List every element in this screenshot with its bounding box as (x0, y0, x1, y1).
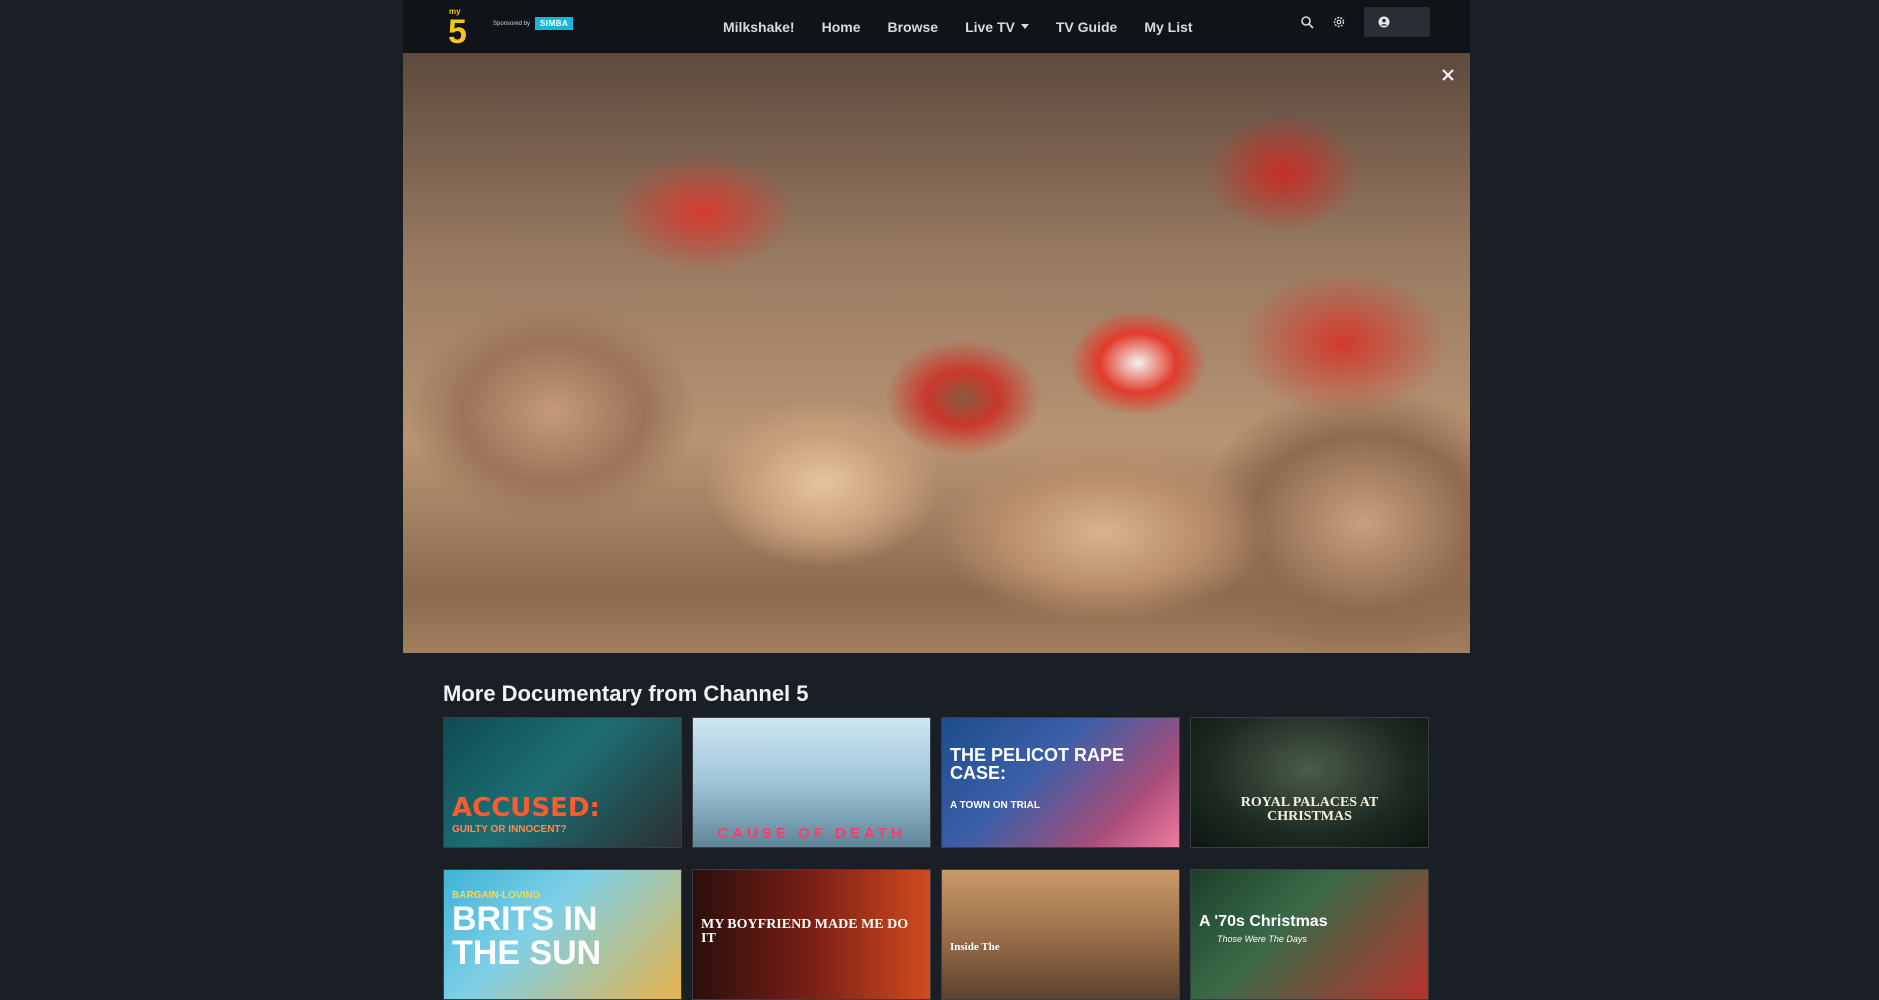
show-card-70s-christmas[interactable]: A '70s Christmas Those Were The Days (1190, 869, 1429, 1000)
nav-browse[interactable]: Browse (888, 19, 939, 35)
card-title: CAUSE OF DEATH (717, 825, 906, 842)
show-card-inside-the-tower[interactable]: Inside The (941, 869, 1180, 1000)
nav-tv-guide[interactable]: TV Guide (1056, 19, 1117, 35)
nav-home[interactable]: Home (822, 19, 861, 35)
top-navigation-bar: my 5 Sponsored by SIMBA Milkshake! Home … (403, 0, 1470, 53)
account-icon (1378, 16, 1390, 28)
show-card-accused[interactable]: ACCUSED: GUILTY OR INNOCENT? (443, 717, 682, 848)
card-title: ACCUSED: (452, 793, 600, 823)
account-button[interactable] (1364, 7, 1430, 37)
card-subtitle: Those Were The Days (1217, 934, 1307, 944)
nav-live-tv[interactable]: Live TV (965, 19, 1029, 35)
nav-milkshake[interactable]: Milkshake! (723, 19, 795, 35)
svg-text:5: 5 (448, 13, 467, 45)
card-title: ROYAL PALACES AT CHRISTMAS (1240, 795, 1379, 824)
nav-my-list[interactable]: My List (1144, 19, 1192, 35)
documentary-grid: ACCUSED: GUILTY OR INNOCENT? CAUSE OF DE… (443, 717, 1433, 1000)
show-card-brits-in-the-sun[interactable]: BARGAIN-LOVING BRITS IN THE SUN (443, 869, 682, 1000)
card-title: BRITS IN THE SUN (452, 900, 602, 972)
card-title: A '70s Christmas (1199, 913, 1328, 930)
card-subtitle: GUILTY OR INNOCENT? (452, 824, 567, 835)
show-card-cause-of-death[interactable]: CAUSE OF DEATH (692, 717, 931, 848)
show-card-pelicot-rape-case[interactable]: THE PELICOT RAPE CASE: A TOWN ON TRIAL (941, 717, 1180, 848)
card-title: MY BOYFRIEND MADE ME DO IT (701, 917, 909, 946)
main-nav: Milkshake! Home Browse Live TV TV Guide … (723, 0, 1220, 53)
my5-logo[interactable]: my 5 (447, 5, 475, 45)
page-container: my 5 Sponsored by SIMBA Milkshake! Home … (403, 0, 1470, 1000)
sponsor-text: Sponsored by (493, 20, 531, 27)
sponsor-badge[interactable]: SIMBA (535, 17, 574, 30)
settings-icon[interactable] (1332, 15, 1346, 29)
card-subtitle: A TOWN ON TRIAL (950, 800, 1040, 811)
close-icon[interactable] (1438, 65, 1458, 85)
hero-image (403, 53, 1470, 653)
sponsor-label: Sponsored by SIMBA (493, 17, 574, 30)
header-actions (1300, 7, 1430, 37)
card-title: Inside The (950, 941, 1000, 953)
show-card-my-boyfriend[interactable]: MY BOYFRIEND MADE ME DO IT (692, 869, 931, 1000)
card-title: THE PELICOT RAPE CASE: (950, 745, 1125, 783)
show-card-royal-palaces[interactable]: ROYAL PALACES AT CHRISTMAS (1190, 717, 1429, 848)
section-title: More Documentary from Channel 5 (443, 681, 809, 706)
search-icon[interactable] (1300, 15, 1314, 29)
